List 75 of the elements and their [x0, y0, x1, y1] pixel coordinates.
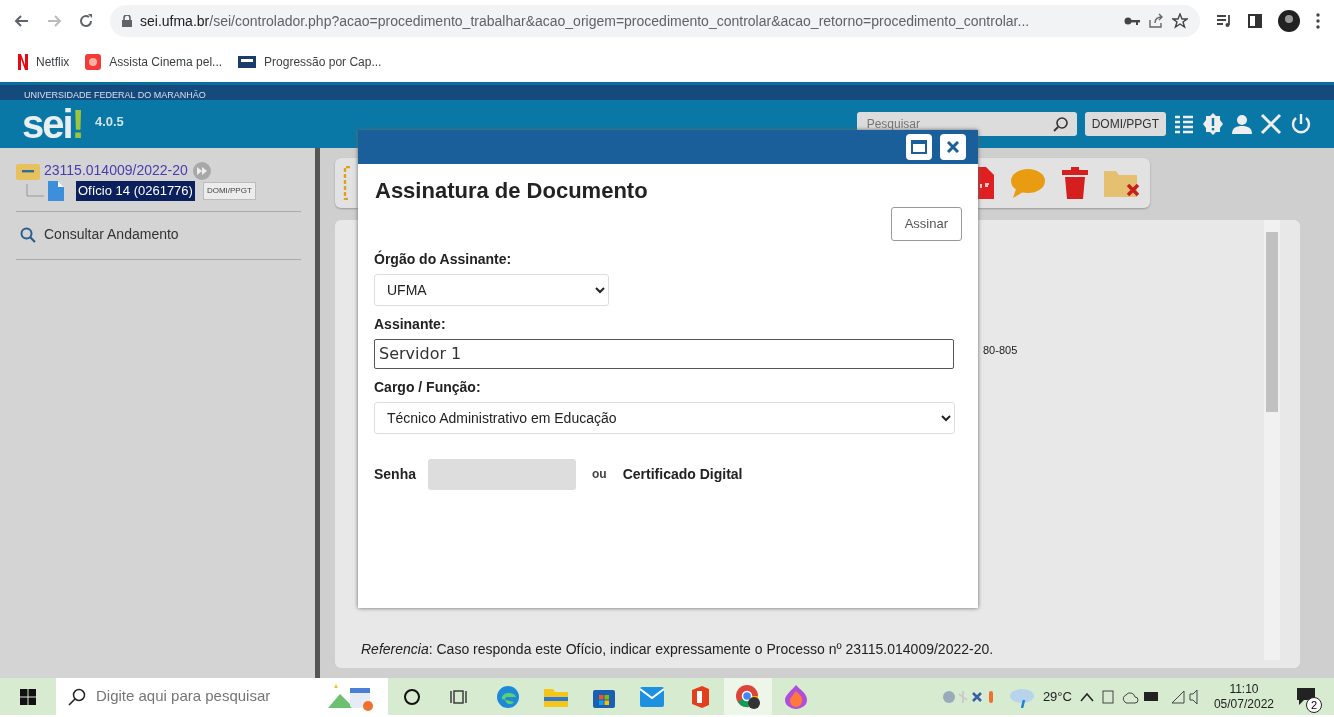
notification-count: 2: [1306, 697, 1322, 713]
field-label: Cargo / Função:: [374, 377, 482, 397]
scrollbar[interactable]: [1264, 220, 1280, 660]
clock[interactable]: 11:10 05/07/2022: [1209, 682, 1278, 711]
taskbar-app-button[interactable]: [724, 678, 772, 715]
maximize-icon: [911, 140, 927, 154]
search-icon[interactable]: [20, 226, 36, 243]
bookmark[interactable]: Assista Cinema pel...: [85, 53, 223, 71]
chat-icon: [1297, 688, 1315, 707]
version-text: 4.0.5: [94, 113, 124, 131]
lock-icon: [122, 15, 132, 27]
date-text: 05/07/2022: [1213, 696, 1274, 711]
search-icon[interactable]: [1052, 116, 1069, 132]
url-text: sei.ufma.br/sei/controlador.php?acao=procedimento_trabalhar&acao_origem=procedimento_controlar&acao_retorno=procedimento_controlar...: [140, 11, 1030, 31]
windows-icon: [20, 689, 36, 706]
star-icon[interactable]: [1172, 13, 1188, 29]
dialog-title: Assinatura de Documento: [375, 177, 649, 205]
close-button[interactable]: [940, 134, 966, 160]
chevron-up-icon[interactable]: [1079, 691, 1094, 702]
taskbar-search-box[interactable]: Digite aqui para pesquisar: [56, 678, 388, 715]
office-icon: [690, 686, 710, 709]
edge-icon: [496, 684, 520, 709]
unit-tag: DOMI/PPGT: [202, 182, 256, 200]
sidebar-link[interactable]: Consultar Andamento: [44, 224, 179, 245]
circle-icon: [402, 687, 422, 708]
process-link[interactable]: 23115.014009/2022-20: [44, 160, 188, 181]
institution-name: UNIVERSIDADE FEDERAL DO MARANHÃO: [0, 82, 1334, 100]
app-icon: [85, 54, 102, 70]
password-field[interactable]: [428, 458, 576, 490]
key-icon[interactable]: [1124, 16, 1140, 26]
temperature-text[interactable]: 29°C: [1042, 686, 1072, 707]
field-label: Senha: [374, 464, 416, 484]
bookmark[interactable]: Netflix: [18, 53, 70, 71]
trash-icon[interactable]: [1062, 167, 1088, 199]
mail-icon: [640, 687, 664, 708]
document-link[interactable]: Ofício 14 (0261776): [76, 181, 195, 201]
alert-icon[interactable]: [1202, 113, 1224, 135]
org-select[interactable]: UFMA: [374, 273, 609, 306]
folder-icon: [544, 687, 568, 708]
site-icon: [238, 56, 257, 68]
sign-button[interactable]: Assinar: [890, 207, 962, 241]
netflix-icon: [18, 54, 28, 70]
maximize-button[interactable]: [906, 134, 932, 160]
signer-field[interactable]: Servidor 1: [374, 338, 954, 369]
certificate-link[interactable]: Certificado Digital: [622, 463, 743, 485]
user-icon[interactable]: [1232, 114, 1252, 134]
logo: sei!: [22, 104, 83, 144]
list-icon[interactable]: [1174, 114, 1194, 134]
more-icon[interactable]: [1316, 13, 1320, 29]
folder-icon: [16, 161, 40, 180]
search-icon: [68, 687, 86, 706]
avatar-icon[interactable]: [1278, 10, 1300, 32]
document-text: 80-805: [983, 343, 1019, 358]
close-icon: [947, 141, 959, 153]
media-icon[interactable]: [1216, 14, 1232, 28]
notifications-button[interactable]: 2: [1286, 678, 1326, 715]
share-icon[interactable]: [1148, 13, 1164, 29]
back-icon[interactable]: [14, 13, 30, 29]
document-text: Referencia: Caso responda este Ofício, indicar expressamente o Processo nº 23115.014009/2022-20.: [361, 640, 995, 659]
chrome-icon: [735, 683, 761, 710]
reload-icon[interactable]: [78, 13, 94, 29]
address-field[interactable]: sei.ufma.br/sei/controlador.php?acao=procedimento_trabalhar&acao_origem=procedimento_controlar&acao_retorno=procedimento_controlar...: [110, 5, 1200, 37]
side-panel-icon[interactable]: [1248, 14, 1262, 28]
time-text: 11:10: [1229, 682, 1259, 697]
field-label: Assinante:: [374, 314, 447, 334]
bookmark[interactable]: Progressão por Cap...: [238, 53, 382, 71]
or-text: ou: [592, 466, 607, 483]
flame-icon: [785, 684, 807, 709]
tree-line: [26, 184, 44, 198]
role-select[interactable]: Técnico Administrativo em Educação: [374, 401, 955, 434]
field-label: Órgão do Assinante:: [374, 249, 513, 269]
power-icon[interactable]: [1290, 113, 1312, 135]
tools-icon[interactable]: [1260, 113, 1282, 135]
document-icon: [48, 181, 64, 201]
unit-button[interactable]: DOMI/PPGT: [1084, 112, 1166, 136]
